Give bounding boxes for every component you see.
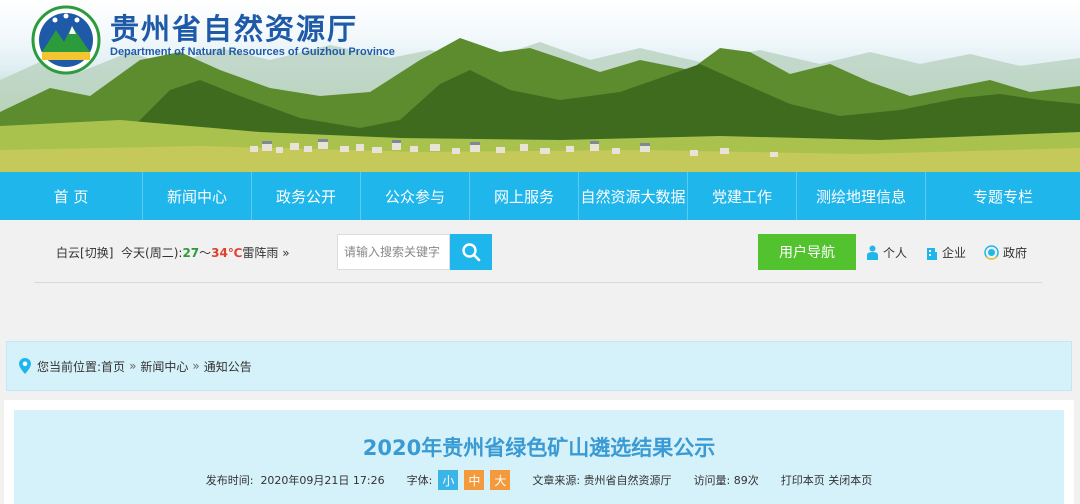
breadcrumb: 您当前位置: 首页 » 新闻中心 » 通知公告 <box>6 341 1072 391</box>
weather-more-link[interactable]: » <box>282 246 289 260</box>
site-title: 贵州省自然资源厅 <box>110 12 359 46</box>
close-page-link[interactable]: 关闭本页 <box>828 472 872 488</box>
publish-time-value: 2020年09月21日 17:26 <box>260 474 385 487</box>
role-enterprise-link[interactable]: 企业 <box>926 244 966 261</box>
role-government-label: 政府 <box>1003 246 1028 260</box>
weather-condition: 雷阵雨 <box>242 246 279 260</box>
role-government-link[interactable]: 政府 <box>984 244 1027 261</box>
breadcrumb-separator: » <box>192 359 200 373</box>
publish-time-label: 发布时间: <box>205 474 254 487</box>
toolbar-divider <box>34 282 1042 283</box>
breadcrumb-separator: » <box>129 359 137 373</box>
view-count-value: 89次 <box>733 474 759 487</box>
breadcrumb-notices[interactable]: 通知公告 <box>204 358 252 375</box>
article-source-value: 贵州省自然资源厅 <box>583 474 672 487</box>
article-container: 2020年贵州省绿色矿山遴选结果公示 发布时间: 2020年09月21日 17:… <box>4 400 1074 504</box>
search-icon <box>462 243 481 262</box>
role-personal-link[interactable]: 个人 <box>866 244 907 261</box>
site-banner: 贵州省自然资源厅 Department of Natural Resources… <box>0 0 1080 172</box>
breadcrumb-prefix: 您当前位置: <box>37 359 102 374</box>
print-page-link[interactable]: 打印本页 <box>781 472 825 488</box>
font-size-small-button[interactable]: 小 <box>438 470 459 490</box>
weather-city: 白云 <box>56 246 81 260</box>
search-button[interactable] <box>450 234 492 270</box>
weather-high-temp: 34℃ <box>211 246 243 260</box>
nav-item-government-affairs[interactable]: 政务公开 <box>252 172 361 220</box>
role-personal-label: 个人 <box>883 246 908 260</box>
weather-widget: 白云[切换] 今天(周二):27～34℃雷阵雨 » <box>56 244 290 261</box>
breadcrumb-news[interactable]: 新闻中心 <box>140 358 188 375</box>
search-input[interactable] <box>337 234 450 270</box>
view-count: 访问量: 89次 <box>694 472 759 488</box>
article-source: 文章来源: 贵州省自然资源厅 <box>532 472 671 488</box>
nav-item-news[interactable]: 新闻中心 <box>143 172 252 220</box>
nav-item-public-participation[interactable]: 公众参与 <box>361 172 470 220</box>
nav-item-home[interactable]: 首 页 <box>0 172 143 220</box>
article-source-label: 文章来源: <box>532 474 581 487</box>
article-meta: 发布时间: 2020年09月21日 17:26 字体: 小 中 大 文章来源: … <box>14 470 1064 490</box>
person-icon <box>867 245 878 260</box>
nav-item-party-building[interactable]: 党建工作 <box>688 172 797 220</box>
font-size-large-button[interactable]: 大 <box>490 470 511 490</box>
user-guide-button[interactable]: 用户导航 <box>758 234 856 270</box>
location-pin-icon <box>19 358 31 374</box>
font-size-medium-button[interactable]: 中 <box>464 470 485 490</box>
article-header: 2020年贵州省绿色矿山遴选结果公示 发布时间: 2020年09月21日 17:… <box>14 410 1064 504</box>
city-switch-link[interactable]: [切换] <box>80 246 113 260</box>
main-nav: 首 页 新闻中心 政务公开 公众参与 网上服务 自然资源大数据 党建工作 测绘地… <box>0 172 1080 220</box>
article-title: 2020年贵州省绿色矿山遴选结果公示 <box>362 436 716 460</box>
weather-low-temp: 27 <box>182 246 200 260</box>
emblem-icon <box>984 245 999 260</box>
toolbar: 白云[切换] 今天(周二):27～34℃雷阵雨 » 用户导航 个人 企业 <box>0 220 1080 322</box>
font-size-label: 字体: <box>406 474 433 487</box>
nav-item-surveying-mapping[interactable]: 测绘地理信息 <box>797 172 926 220</box>
weather-day: 今天(周二): <box>121 246 183 260</box>
nav-item-big-data[interactable]: 自然资源大数据 <box>579 172 688 220</box>
building-icon <box>927 248 937 260</box>
site-subtitle: Department of Natural Resources of Guizh… <box>110 46 395 58</box>
nav-item-special-topics[interactable]: 专题专栏 <box>926 172 1080 220</box>
publish-time: 发布时间: 2020年09月21日 17:26 <box>206 472 385 488</box>
weather-tilde: ～ <box>199 246 212 260</box>
province-emblem-logo[interactable] <box>30 4 102 76</box>
view-count-label: 访问量: <box>693 474 731 487</box>
breadcrumb-home[interactable]: 首页 <box>101 358 125 375</box>
role-enterprise-label: 企业 <box>942 246 967 260</box>
nav-item-online-services[interactable]: 网上服务 <box>470 172 579 220</box>
